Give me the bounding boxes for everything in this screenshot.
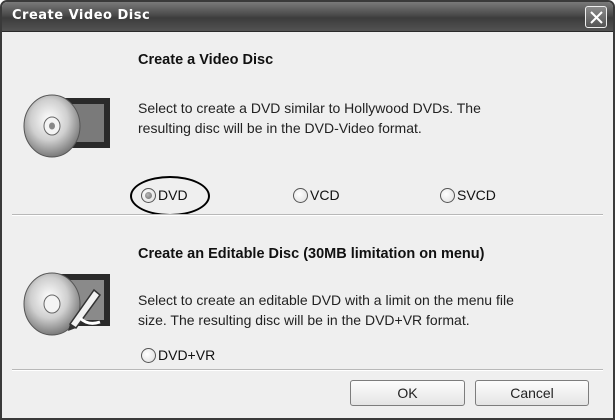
radio-svcd-label: SVCD [457,187,496,203]
editable-disc-description: Select to create an editable DVD with a … [138,290,598,330]
ok-button[interactable]: OK [350,380,465,406]
radio-dvd-vr-indicator[interactable] [141,347,156,363]
section-divider [12,214,603,216]
video-disc-description: Select to create a DVD similar to Hollyw… [138,98,588,138]
title-bar: Create Video Disc [2,2,613,32]
disc-edit-icon [22,264,112,345]
window-title: Create Video Disc [12,8,151,23]
radio-svcd[interactable]: SVCD [440,187,496,203]
dialog-window: Create Video Disc Create a Video Disc Se… [0,0,615,420]
radio-dvd-label: DVD [158,187,188,203]
cancel-button[interactable]: Cancel [475,380,589,406]
close-button[interactable] [585,6,607,28]
radio-vcd[interactable]: VCD [293,187,340,203]
editable-disc-description-line2: size. The resulting disc will be in the … [138,312,470,328]
radio-vcd-label: VCD [310,187,340,203]
radio-dvd-indicator[interactable] [141,187,156,203]
radio-dvd-vr-label: DVD+VR [158,347,216,363]
radio-dvd[interactable]: DVD [141,187,188,203]
disc-filmstrip-icon [22,86,112,167]
editable-disc-title: Create an Editable Disc (30MB limitation… [138,246,485,262]
video-disc-description-line2: resulting disc will be in the DVD-Video … [138,120,422,136]
close-icon [590,11,603,24]
radio-dvd-vr[interactable]: DVD+VR [141,347,215,363]
radio-vcd-indicator[interactable] [293,187,308,203]
editable-disc-description-line1: Select to create an editable DVD with a … [138,292,514,308]
video-disc-title: Create a Video Disc [138,52,274,68]
video-disc-description-line1: Select to create a DVD similar to Hollyw… [138,100,481,116]
footer-divider [12,369,603,371]
radio-svcd-indicator[interactable] [440,187,455,203]
